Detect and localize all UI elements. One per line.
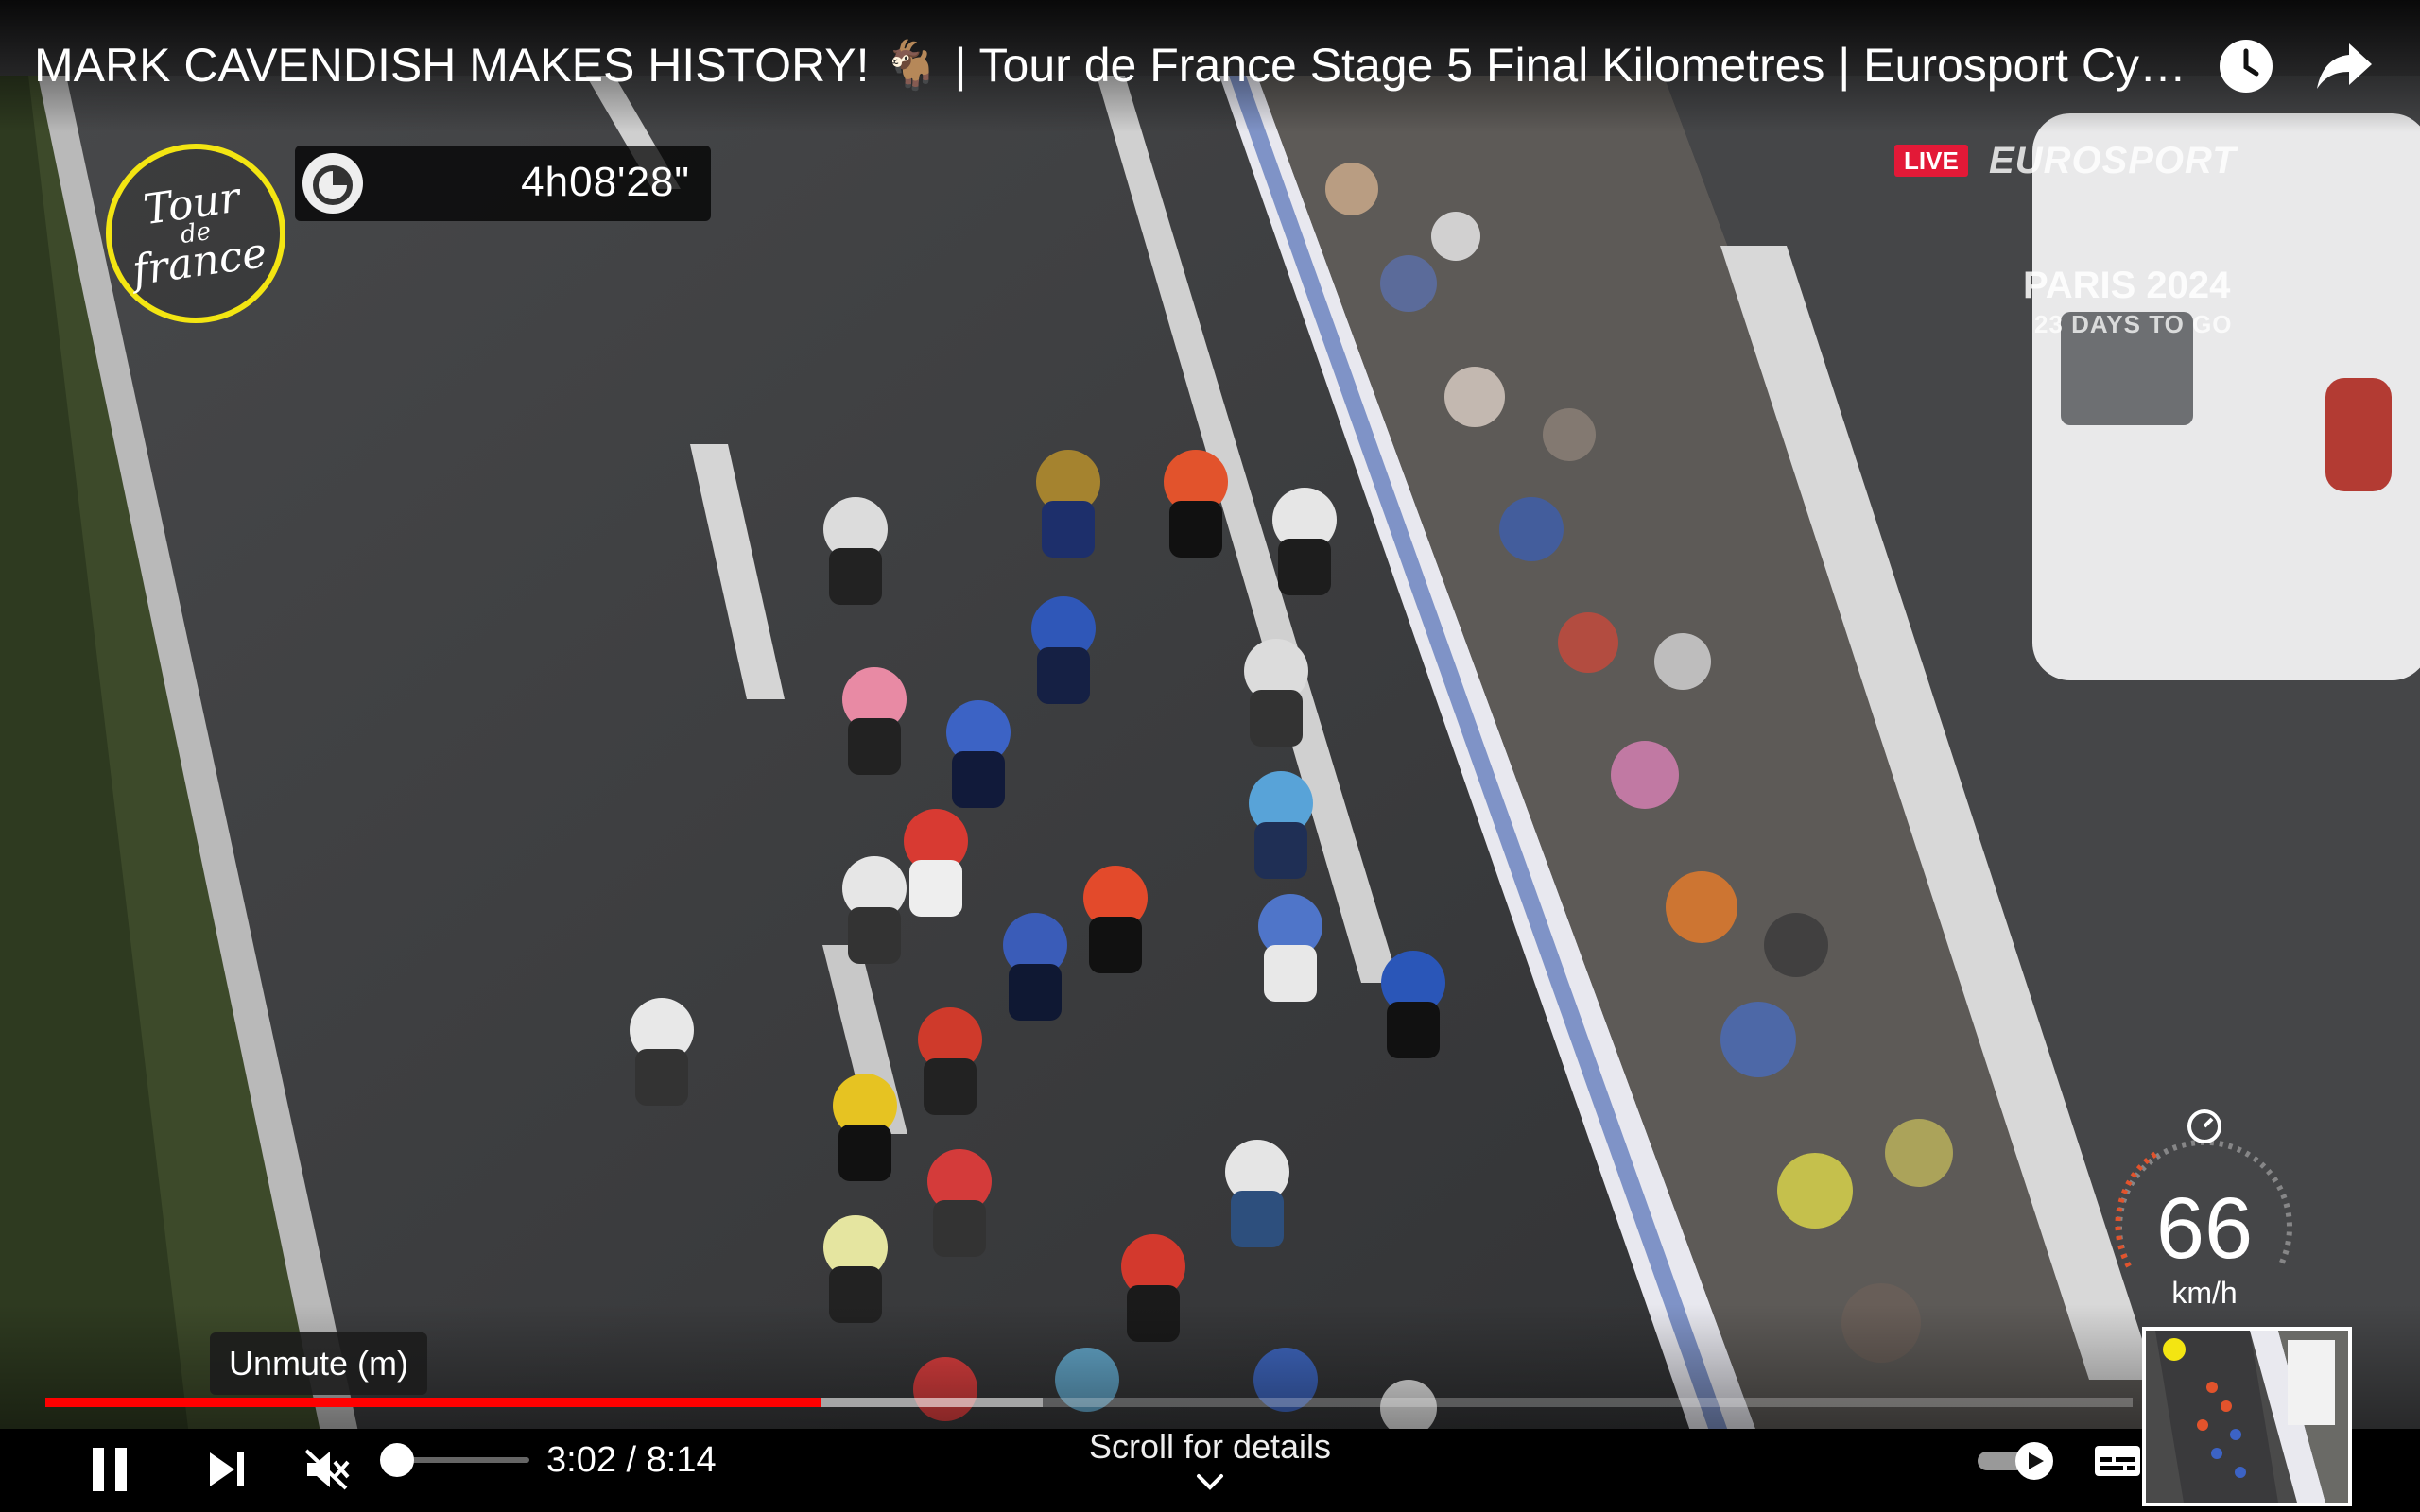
volume-muted-icon — [304, 1449, 350, 1490]
progress-bar[interactable] — [45, 1398, 2133, 1407]
autoplay-toggle[interactable] — [1976, 1442, 2057, 1480]
time-display: 3:02 / 8:14 — [546, 1440, 717, 1480]
preview-thumbnail-image — [2146, 1331, 2348, 1503]
live-badge: LIVE — [1894, 145, 1968, 177]
stopwatch-icon — [295, 146, 371, 221]
progress-played — [45, 1398, 822, 1407]
channel-logo: EUROSPORT — [1989, 140, 2237, 181]
skip-next-icon — [210, 1452, 244, 1486]
pause-button[interactable] — [83, 1438, 136, 1501]
promo-subtitle: 23 DAYS TO GO — [2034, 310, 2233, 338]
race-time-value: 4h08'28" — [521, 159, 690, 205]
unmute-tooltip: Unmute (m) — [210, 1332, 428, 1395]
chevron-down-icon[interactable] — [1193, 1470, 1227, 1493]
miniplayer-preview[interactable] — [2142, 1327, 2352, 1506]
race-timer: 4h08'28" — [295, 146, 711, 221]
scroll-for-details[interactable]: Scroll for details — [1021, 1427, 1399, 1467]
volume-knob[interactable] — [380, 1443, 414, 1477]
clock-icon[interactable] — [2216, 36, 2276, 96]
promo-title: PARIS 2024 — [2023, 265, 2231, 306]
volume-slider[interactable] — [397, 1457, 529, 1463]
mute-button[interactable] — [301, 1438, 354, 1501]
share-arrow-icon[interactable] — [2314, 36, 2375, 96]
subtitles-icon[interactable] — [2093, 1442, 2142, 1480]
video-title[interactable]: MARK CAVENDISH MAKES HISTORY! 🐐 | Tour d… — [34, 38, 2189, 94]
speed-value: 66 — [2155, 1180, 2254, 1277]
next-button[interactable] — [200, 1438, 253, 1501]
video-frame[interactable]: Tour de france 4h08'28" LIVE EUROSPORT P… — [0, 0, 2420, 1436]
pause-icon — [93, 1448, 127, 1491]
player-top-bar: MARK CAVENDISH MAKES HISTORY! 🐐 | Tour d… — [0, 0, 2420, 132]
